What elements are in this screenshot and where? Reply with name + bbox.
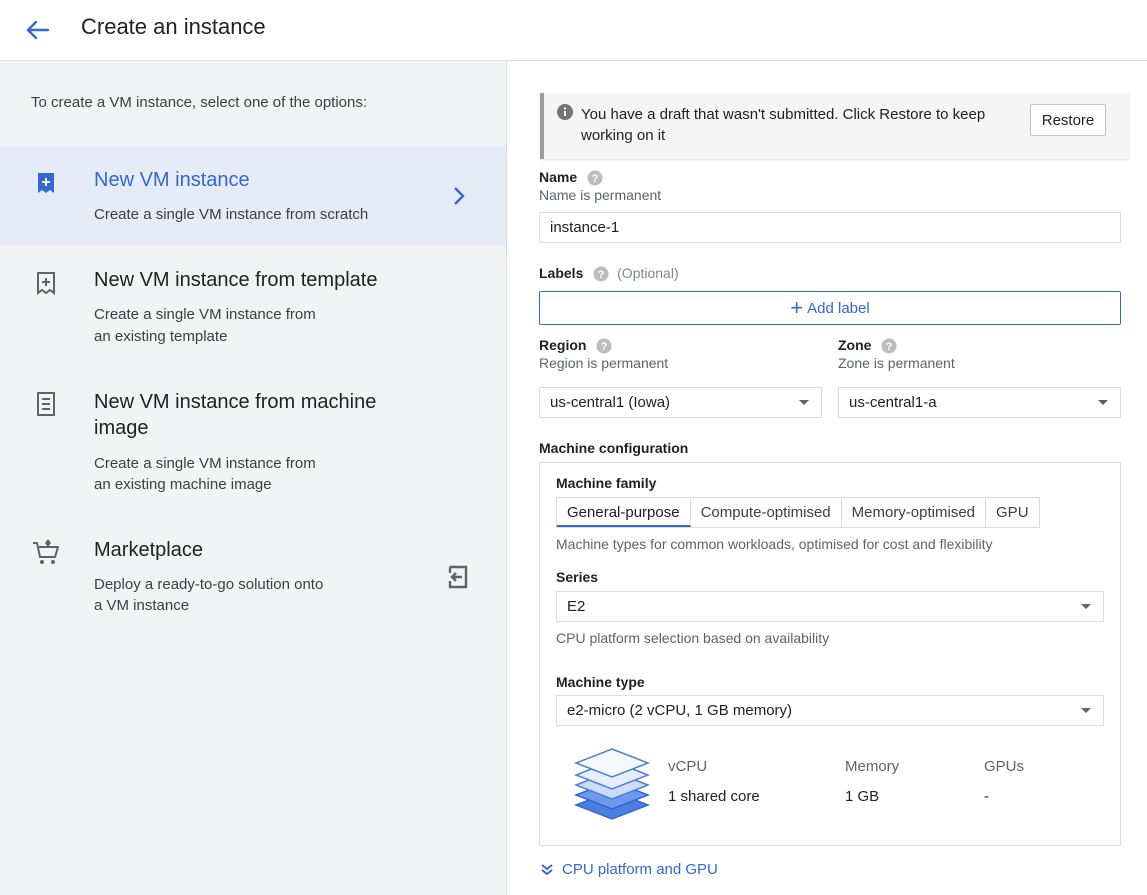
form-panel: You have a draft that wasn't submitted. … [508, 61, 1147, 895]
draft-message: You have a draft that wasn't submitted. … [581, 106, 986, 144]
name-hint: Name is permanent [539, 187, 662, 203]
option-desc: a VM instance [94, 597, 190, 614]
options-intro: To create a VM instance, select one of t… [31, 94, 368, 111]
plus-icon: + [790, 295, 804, 320]
option-desc: Create a single VM instance from [94, 306, 316, 323]
labels-label: Labels ? (Optional) [539, 265, 679, 282]
option-desc: Create a single VM instance from scratch [94, 206, 369, 223]
cart-icon [30, 536, 62, 568]
option-title: New VM instance from template [94, 269, 378, 291]
chevron-right-icon [454, 187, 465, 205]
back-button[interactable] [22, 16, 52, 44]
region-hint: Region is permanent [539, 355, 669, 371]
help-icon[interactable]: ? [587, 170, 603, 186]
option-new-vm-instance[interactable]: New VM instance Create a single VM insta… [0, 146, 506, 246]
memory-header: Memory [845, 758, 900, 775]
add-label-button[interactable]: + Add label [539, 291, 1121, 325]
zone-label: Zone ? [838, 337, 897, 354]
open-in-icon[interactable] [444, 563, 472, 591]
template-icon [30, 268, 62, 300]
option-title: New VM instance [94, 169, 250, 191]
memory-value: 1 GB [845, 788, 880, 805]
region-label: Region ? [539, 337, 612, 354]
header-bar: Create an instance [0, 0, 1147, 61]
dropdown-arrow-icon [799, 400, 809, 405]
optional-text: (Optional) [617, 265, 679, 281]
machine-type-label: Machine type [556, 674, 645, 690]
svg-text:?: ? [886, 341, 893, 353]
svg-text:?: ? [598, 269, 605, 281]
arrow-back-icon [26, 20, 50, 40]
help-icon[interactable]: ? [596, 338, 612, 354]
option-title: New VM instance from machine [94, 391, 377, 413]
machine-family-tabs: General-purpose Compute-optimised Memory… [556, 497, 1040, 528]
series-select[interactable]: E2 [556, 591, 1104, 622]
name-label: Name ? [539, 169, 603, 186]
series-label: Series [556, 569, 599, 585]
option-new-vm-from-machine-image[interactable]: New VM instance from machine image Creat… [0, 366, 506, 506]
name-input[interactable]: instance-1 [539, 212, 1121, 243]
expand-more-icon [541, 863, 553, 875]
machine-config-label: Machine configuration [539, 440, 689, 456]
info-icon [557, 104, 573, 120]
help-icon[interactable]: ? [593, 266, 609, 282]
draft-banner: You have a draft that wasn't submitted. … [540, 93, 1129, 159]
option-title: Marketplace [94, 539, 203, 561]
cpu-platform-gpu-link[interactable]: CPU platform and GPU [540, 861, 718, 878]
dropdown-arrow-icon [1098, 400, 1108, 405]
zone-select[interactable]: us-central1-a [838, 387, 1121, 418]
family-hint: Machine types for common workloads, opti… [556, 536, 993, 552]
option-desc: an existing machine image [94, 476, 272, 493]
machine-image-icon [30, 388, 62, 420]
tab-memory-optimised[interactable]: Memory-optimised [842, 498, 987, 527]
dropdown-arrow-icon [1081, 708, 1091, 713]
restore-button[interactable]: Restore [1030, 104, 1106, 136]
region-select[interactable]: us-central1 (Iowa) [539, 387, 822, 418]
dropdown-arrow-icon [1081, 604, 1091, 609]
option-title: image [94, 417, 149, 439]
help-icon[interactable]: ? [881, 338, 897, 354]
option-desc: an existing template [94, 328, 228, 345]
gpus-value: - [984, 788, 989, 805]
add-box-icon [30, 168, 62, 200]
option-marketplace[interactable]: Marketplace Deploy a ready-to-go solutio… [0, 516, 506, 626]
vcpu-value: 1 shared core [668, 788, 760, 805]
option-desc: Deploy a ready-to-go solution onto [94, 576, 324, 593]
svg-text:?: ? [592, 173, 599, 185]
machine-family-label: Machine family [556, 475, 657, 491]
gpus-header: GPUs [984, 758, 1025, 775]
svg-text:?: ? [601, 341, 608, 353]
tab-compute-optimised[interactable]: Compute-optimised [691, 498, 842, 527]
layers-icon [573, 748, 651, 820]
tab-general-purpose[interactable]: General-purpose [557, 498, 691, 527]
vcpu-header: vCPU [668, 758, 708, 775]
option-desc: Create a single VM instance from [94, 455, 316, 472]
zone-hint: Zone is permanent [838, 355, 955, 371]
machine-type-select[interactable]: e2-micro (2 vCPU, 1 GB memory) [556, 695, 1104, 726]
machine-config-box: Machine family General-purpose Compute-o… [539, 462, 1121, 846]
options-panel: To create a VM instance, select one of t… [0, 61, 507, 895]
series-hint: CPU platform selection based on availabi… [556, 630, 830, 646]
tab-gpu[interactable]: GPU [986, 498, 1039, 527]
page-title: Create an instance [81, 14, 266, 39]
option-new-vm-from-template[interactable]: New VM instance from template Create a s… [0, 246, 506, 356]
